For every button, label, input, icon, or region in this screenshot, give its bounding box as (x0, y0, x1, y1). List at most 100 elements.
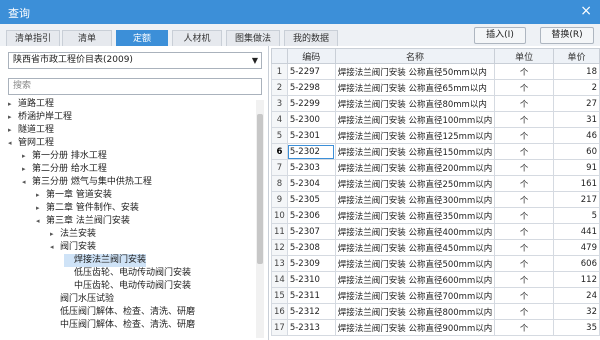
tree-node[interactable]: 焊接法兰阀门安装 (64, 254, 147, 267)
row-number[interactable]: 12 (271, 239, 288, 256)
price-cell[interactable]: 24 (552, 287, 600, 304)
tree-node[interactable]: ▸ 第二分册 给水工程 (22, 163, 107, 176)
table-row[interactable]: 1 5-2297 焊接法兰阀门安装 公称直径50mm以内个 18 (271, 63, 600, 80)
unit-cell[interactable]: 个 (494, 319, 554, 336)
price-cell[interactable]: 217 (552, 191, 600, 208)
expand-toggle-icon[interactable]: ◂ (22, 176, 32, 189)
name-cell[interactable]: 焊接法兰阀门安装 公称直径350mm以内 (334, 207, 496, 224)
unit-cell[interactable]: 个 (494, 111, 554, 128)
table-row[interactable]: 16 5-2312 焊接法兰阀门安装 公称直径800mm以内个 32 (271, 303, 600, 320)
row-number[interactable]: 1 (271, 63, 288, 80)
table-row[interactable]: 7 5-2303 焊接法兰阀门安装 公称直径200mm以内个 91 (271, 159, 600, 176)
row-number[interactable]: 11 (271, 223, 288, 240)
unit-cell[interactable]: 个 (494, 63, 554, 80)
code-cell[interactable]: 5-2297 (286, 63, 336, 80)
code-cell[interactable]: 5-2302 (286, 143, 336, 160)
tab-bill[interactable]: 清单 (62, 30, 112, 46)
expand-toggle-icon[interactable]: ▸ (36, 202, 46, 215)
tab-materials[interactable]: 人材机 (172, 30, 222, 46)
name-cell[interactable]: 焊接法兰阀门安装 公称直径50mm以内 (334, 63, 496, 80)
row-number[interactable]: 16 (271, 303, 288, 320)
table-row[interactable]: 6 5-2302 焊接法兰阀门安装 公称直径150mm以内个 60 (271, 143, 600, 160)
row-number[interactable]: 7 (271, 159, 288, 176)
table-row[interactable]: 3 5-2299 焊接法兰阀门安装 公称直径80mm以内个 27 (271, 95, 600, 112)
price-cell[interactable]: 2 (552, 79, 600, 96)
code-cell[interactable]: 5-2298 (286, 79, 336, 96)
expand-toggle-icon[interactable]: ▸ (8, 111, 18, 124)
table-row[interactable]: 11 5-2307 焊接法兰阀门安装 公称直径400mm以内个 441 (271, 223, 600, 240)
code-cell[interactable]: 5-2307 (286, 223, 336, 240)
expand-toggle-icon[interactable]: ◂ (8, 137, 18, 150)
name-cell[interactable]: 焊接法兰阀门安装 公称直径200mm以内 (334, 159, 496, 176)
tree-node[interactable]: ▸ 第二章 管件制作、安装 (36, 202, 139, 215)
price-cell[interactable]: 31 (552, 111, 600, 128)
table-row[interactable]: 9 5-2305 焊接法兰阀门安装 公称直径300mm以内个 217 (271, 191, 600, 208)
library-select[interactable]: 陕西省市政工程价目表(2009) ▼ (8, 52, 262, 69)
unit-cell[interactable]: 个 (494, 207, 554, 224)
unit-cell[interactable]: 个 (494, 303, 554, 320)
name-cell[interactable]: 焊接法兰阀门安装 公称直径65mm以内 (334, 79, 496, 96)
code-cell[interactable]: 5-2310 (286, 271, 336, 288)
unit-cell[interactable]: 个 (494, 271, 554, 288)
name-cell[interactable]: 焊接法兰阀门安装 公称直径100mm以内 (334, 111, 496, 128)
name-header[interactable]: 名称 (334, 48, 496, 64)
expand-toggle-icon[interactable]: ▸ (50, 228, 60, 241)
row-number[interactable]: 10 (271, 207, 288, 224)
table-row[interactable]: 5 5-2301 焊接法兰阀门安装 公称直径125mm以内个 46 (271, 127, 600, 144)
table-row[interactable]: 12 5-2308 焊接法兰阀门安装 公称直径450mm以内个 479 (271, 239, 600, 256)
expand-toggle-icon[interactable]: ◂ (50, 241, 60, 254)
code-cell[interactable]: 5-2311 (286, 287, 336, 304)
unit-cell[interactable]: 个 (494, 287, 554, 304)
tree-node[interactable]: 中压齿轮、电动传动阀门安装 (64, 280, 191, 293)
tree-node[interactable]: ◂ 阀门安装 (50, 241, 96, 254)
price-header[interactable]: 单价 (552, 48, 600, 64)
table-row[interactable]: 13 5-2309 焊接法兰阀门安装 公称直径500mm以内个 606 (271, 255, 600, 272)
name-cell[interactable]: 焊接法兰阀门安装 公称直径900mm以内 (334, 319, 496, 336)
table-row[interactable]: 15 5-2311 焊接法兰阀门安装 公称直径700mm以内个 24 (271, 287, 600, 304)
row-number[interactable]: 17 (271, 319, 288, 336)
tab-my-data[interactable]: 我的数据 (284, 30, 338, 46)
code-cell[interactable]: 5-2312 (286, 303, 336, 320)
table-row[interactable]: 8 5-2304 焊接法兰阀门安装 公称直径250mm以内个 161 (271, 175, 600, 192)
unit-cell[interactable]: 个 (494, 159, 554, 176)
table-row[interactable]: 14 5-2310 焊接法兰阀门安装 公称直径600mm以内个 112 (271, 271, 600, 288)
expand-toggle-icon[interactable]: ▸ (22, 150, 32, 163)
expand-toggle-icon[interactable]: ▸ (36, 189, 46, 202)
price-cell[interactable]: 479 (552, 239, 600, 256)
row-number[interactable]: 2 (271, 79, 288, 96)
replace-button[interactable]: 替换(R) (540, 27, 594, 44)
unit-cell[interactable]: 个 (494, 223, 554, 240)
name-cell[interactable]: 焊接法兰阀门安装 公称直径700mm以内 (334, 287, 496, 304)
tree-node[interactable]: ▸ 隧道工程 (8, 124, 54, 137)
expand-toggle-icon[interactable]: ▸ (8, 124, 18, 137)
name-cell[interactable]: 焊接法兰阀门安装 公称直径80mm以内 (334, 95, 496, 112)
row-number[interactable]: 4 (271, 111, 288, 128)
unit-cell[interactable]: 个 (494, 255, 554, 272)
name-cell[interactable]: 焊接法兰阀门安装 公称直径400mm以内 (334, 223, 496, 240)
code-cell[interactable]: 5-2306 (286, 207, 336, 224)
unit-cell[interactable]: 个 (494, 95, 554, 112)
tree-node[interactable]: 低压阀门解体、检查、清洗、研磨 (50, 306, 195, 319)
tab-bill-guide[interactable]: 清单指引 (6, 30, 60, 46)
tree-node[interactable]: ▸ 第一分册 排水工程 (22, 150, 107, 163)
price-cell[interactable]: 441 (552, 223, 600, 240)
name-cell[interactable]: 焊接法兰阀门安装 公称直径125mm以内 (334, 127, 496, 144)
tree-node[interactable]: ▸ 第一章 管道安装 (36, 189, 112, 202)
tree-node[interactable]: 阀门水压试验 (50, 293, 114, 306)
code-cell[interactable]: 5-2304 (286, 175, 336, 192)
tab-atlas[interactable]: 图集做法 (226, 30, 280, 46)
row-number[interactable]: 8 (271, 175, 288, 192)
row-number[interactable]: 15 (271, 287, 288, 304)
row-number[interactable]: 3 (271, 95, 288, 112)
code-cell[interactable]: 5-2299 (286, 95, 336, 112)
code-cell[interactable]: 5-2300 (286, 111, 336, 128)
price-cell[interactable]: 5 (552, 207, 600, 224)
name-cell[interactable]: 焊接法兰阀门安装 公称直径450mm以内 (334, 239, 496, 256)
unit-cell[interactable]: 个 (494, 143, 554, 160)
price-cell[interactable]: 18 (552, 63, 600, 80)
name-cell[interactable]: 焊接法兰阀门安装 公称直径150mm以内 (334, 143, 496, 160)
name-cell[interactable]: 焊接法兰阀门安装 公称直径600mm以内 (334, 271, 496, 288)
price-cell[interactable]: 27 (552, 95, 600, 112)
tree-node[interactable]: ◂ 第三章 法兰阀门安装 (36, 215, 130, 228)
row-number[interactable]: 9 (271, 191, 288, 208)
